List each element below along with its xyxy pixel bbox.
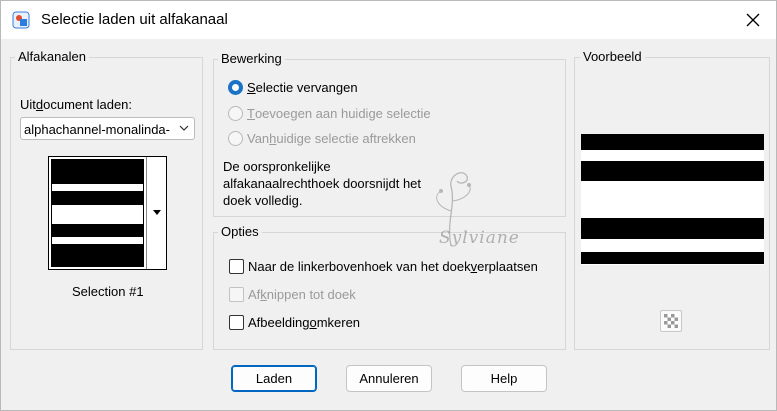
transparency-toggle-button[interactable] xyxy=(660,310,682,332)
preview-group-label: Voorbeeld xyxy=(580,49,645,64)
load-from-document-label: Uit d ocument laden: xyxy=(20,97,133,112)
checkbox-invert-image[interactable]: Afbeelding o mkeren xyxy=(229,315,360,330)
selection-thumbnail xyxy=(51,159,144,267)
cancel-button[interactable]: Annuleren xyxy=(346,365,432,392)
checkbox-move-to-top-left-box xyxy=(229,259,244,274)
thumbnail-dropdown-arrow[interactable] xyxy=(146,157,166,269)
radio-add-to-selection-indicator xyxy=(228,106,243,121)
preview-image-graphic xyxy=(581,134,764,264)
options-group-label: Opties xyxy=(218,224,262,239)
radio-subtract-selection-indicator xyxy=(228,131,243,146)
selection-thumbnail-image xyxy=(52,160,143,266)
checkbox-clip-to-canvas[interactable]: Af k nippen tot doek xyxy=(229,287,356,302)
operation-group-label: Bewerking xyxy=(218,51,285,66)
checkbox-invert-image-box xyxy=(229,315,244,330)
selection-name: Selection #1 xyxy=(72,284,144,299)
caret-down-icon xyxy=(153,210,161,215)
app-icon xyxy=(12,11,30,29)
selection-thumbnail-dropdown[interactable] xyxy=(48,156,167,270)
document-select-value: alphachannel-monalinda- xyxy=(24,122,170,137)
title-bar: Selectie laden uit alfakanaal xyxy=(1,1,776,39)
load-button[interactable]: Laden xyxy=(231,365,317,392)
document-select[interactable]: alphachannel-monalinda- xyxy=(20,117,195,140)
dialog-window: Selectie laden uit alfakanaal Alfakanale… xyxy=(0,0,777,411)
close-button[interactable] xyxy=(742,10,764,30)
operation-note: De oorspronkelijke alfakanaalrechthoek d… xyxy=(223,159,422,208)
window-title: Selectie laden uit alfakanaal xyxy=(41,11,228,28)
close-icon xyxy=(746,13,760,27)
help-button[interactable]: Help xyxy=(461,365,547,392)
chevron-down-icon xyxy=(179,125,189,131)
alpha-channels-group-label: Alfakanalen xyxy=(15,49,89,64)
checkerboard-icon xyxy=(664,314,678,328)
preview-image xyxy=(581,134,764,265)
checkbox-clip-to-canvas-box xyxy=(229,287,244,302)
radio-replace-selection-indicator xyxy=(228,80,243,95)
radio-replace-selection[interactable]: Selectie vervangen xyxy=(228,80,358,95)
radio-subtract-selection[interactable]: Van h uidige selectie aftrekken xyxy=(228,131,416,146)
radio-add-to-selection[interactable]: Toevoegen aan huidige selectie xyxy=(228,106,431,121)
checkbox-move-to-top-left[interactable]: Naar de linkerbovenhoek van het doek v er… xyxy=(229,259,538,274)
